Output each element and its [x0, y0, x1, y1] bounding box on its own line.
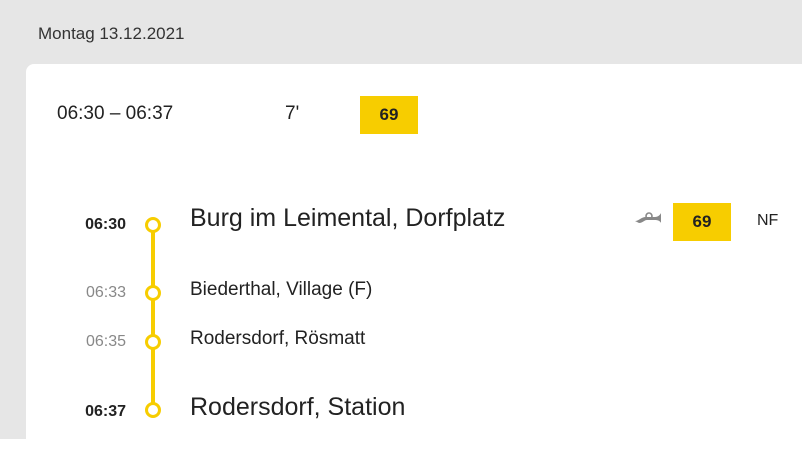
stop-name-departure[interactable]: Burg im Leimental, Dorfplatz: [190, 204, 505, 233]
summary-time-range: 06:30 – 06:37: [57, 103, 174, 124]
stop-line-badge[interactable]: 69: [673, 203, 731, 241]
stop-time-departure: 06:30: [85, 216, 126, 233]
low-floor-label: NF: [757, 212, 779, 229]
connection-panel: Montag 13.12.2021 06:30 – 06:37 7' 69 06…: [0, 0, 802, 464]
stop-dot: [145, 285, 161, 301]
post-horn-icon: [635, 212, 661, 223]
stop-dot: [145, 334, 161, 350]
route-line: [151, 222, 155, 410]
stop-dot: [145, 402, 161, 418]
date-header: Montag 13.12.2021: [38, 24, 185, 43]
stop-time: 06:33: [85, 284, 126, 301]
stop-time-arrival: 06:37: [85, 403, 126, 420]
stop-name[interactable]: Biederthal, Village (F): [190, 279, 372, 301]
stop-name[interactable]: Rodersdorf, Rösmatt: [190, 328, 365, 350]
summary-line-badge[interactable]: 69: [360, 96, 418, 134]
stop-time: 06:35: [85, 333, 126, 350]
stop-name-arrival[interactable]: Rodersdorf, Station: [190, 393, 405, 422]
stop-dot: [145, 217, 161, 233]
summary-duration: 7': [285, 103, 300, 124]
